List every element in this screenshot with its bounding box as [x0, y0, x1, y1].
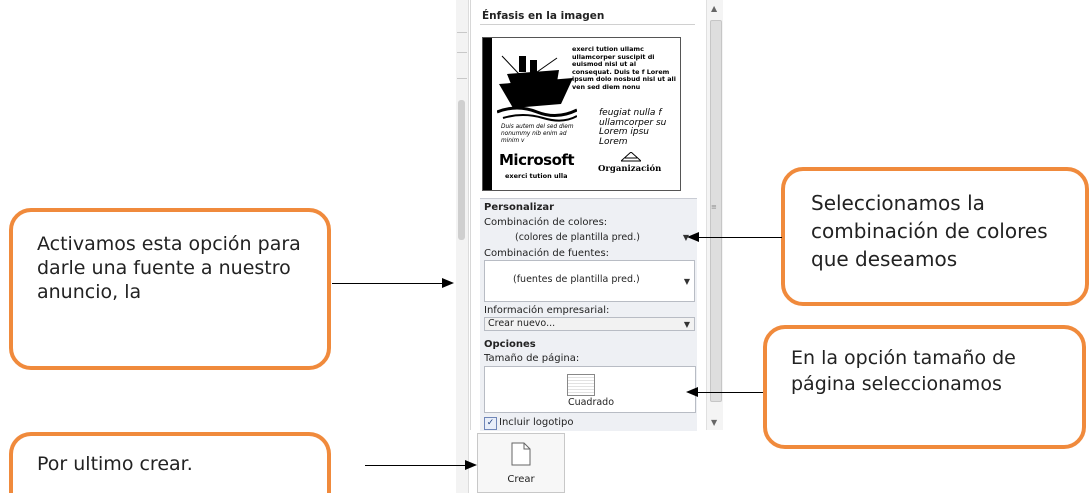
arrow-right-icon: [465, 460, 477, 470]
arrow-line: [332, 283, 442, 284]
preview-italic-text: feugiat nulla f ullamcorper su Lorem ips…: [599, 108, 667, 147]
callout-font-scheme-text: Activamos esta opción para darle una fue…: [37, 233, 301, 303]
preview-brand: Microsoft: [499, 151, 575, 169]
page-size-value: Cuadrado: [567, 397, 615, 408]
divider: [457, 78, 467, 79]
chevron-down-icon[interactable]: ▼: [684, 320, 690, 329]
panel-scrollbar[interactable]: ▲ ≡ ▼: [706, 0, 723, 430]
callout-page-size: En la opción tamaño de página selecciona…: [763, 325, 1086, 449]
panel-title: Énfasis en la imagen: [482, 10, 605, 22]
create-button[interactable]: Crear: [477, 433, 565, 493]
color-scheme-label: Combinación de colores:: [484, 217, 608, 228]
organization-logo-icon: [621, 152, 641, 162]
arrow-line: [697, 392, 763, 393]
divider: [457, 52, 467, 53]
options-heading: Opciones: [484, 339, 536, 350]
preview-caption-text: Duis autem del sed diem nonummy nib enim…: [501, 124, 574, 144]
arrow-left-icon: [687, 232, 699, 242]
include-logo-label: Incluir logotipo: [499, 417, 574, 428]
customize-heading: Personalizar: [484, 202, 555, 213]
business-info-select[interactable]: Crear nuevo... ▼: [484, 317, 695, 331]
business-info-label: Información empresarial:: [484, 305, 610, 316]
panel-scroll-thumb[interactable]: [710, 20, 722, 402]
callout-font-scheme: Activamos esta opción para darle una fue…: [9, 208, 331, 370]
left-pane-scroll-thumb[interactable]: [458, 100, 465, 240]
divider: [480, 24, 695, 25]
arrow-line: [698, 237, 782, 238]
arrow-left-icon: [686, 387, 698, 397]
preview-organization: Organización: [598, 164, 662, 174]
preview-body-text: exerci tution ullamc ullamcorper suscipi…: [572, 45, 676, 91]
arrow-line: [365, 465, 465, 466]
callout-create: Por ultimo crear.: [9, 432, 331, 493]
callout-create-text: Por ultimo crear.: [37, 453, 193, 475]
callout-page-size-text: En la opción tamaño de página selecciona…: [791, 347, 1016, 395]
arrow-right-icon: [442, 278, 454, 288]
page-size-selector[interactable]: Cuadrado: [484, 366, 696, 413]
preview-black-band: [483, 38, 492, 190]
square-page-icon: [567, 374, 595, 396]
font-scheme-value: (fuentes de plantilla pred.): [513, 274, 640, 285]
font-scheme-label: Combinación de fuentes:: [484, 248, 610, 259]
color-scheme-select[interactable]: (colores de plantilla pred.) ▼: [484, 230, 694, 245]
chevron-down-icon[interactable]: ▼: [684, 277, 690, 286]
divider: [457, 32, 467, 33]
callout-color-scheme: Seleccionamos la combinación de colores …: [781, 167, 1089, 306]
scroll-up-arrow-icon[interactable]: ▲: [711, 4, 717, 13]
color-scheme-value: (colores de plantilla pred.): [515, 232, 640, 243]
preview-brand-subtitle: exerci tution ulla: [505, 172, 568, 180]
scroll-down-arrow-icon[interactable]: ▼: [711, 418, 717, 427]
create-label: Crear: [507, 474, 535, 485]
page-size-label: Tamaño de página:: [484, 353, 580, 364]
include-logo-checkbox[interactable]: ✓: [484, 417, 497, 430]
grip-icon: ≡: [711, 203, 717, 211]
font-scheme-select[interactable]: (fuentes de plantilla pred.) ▼: [484, 260, 695, 302]
business-info-value: Crear nuevo...: [488, 318, 556, 329]
template-preview[interactable]: exerci tution ullamc ullamcorper suscipi…: [482, 37, 681, 191]
left-pane-scrollbar[interactable]: [456, 0, 469, 493]
new-document-icon: [511, 442, 531, 466]
callout-color-scheme-text: Seleccionamos la combinación de colores …: [811, 191, 1048, 271]
ship-icon: [497, 55, 577, 122]
